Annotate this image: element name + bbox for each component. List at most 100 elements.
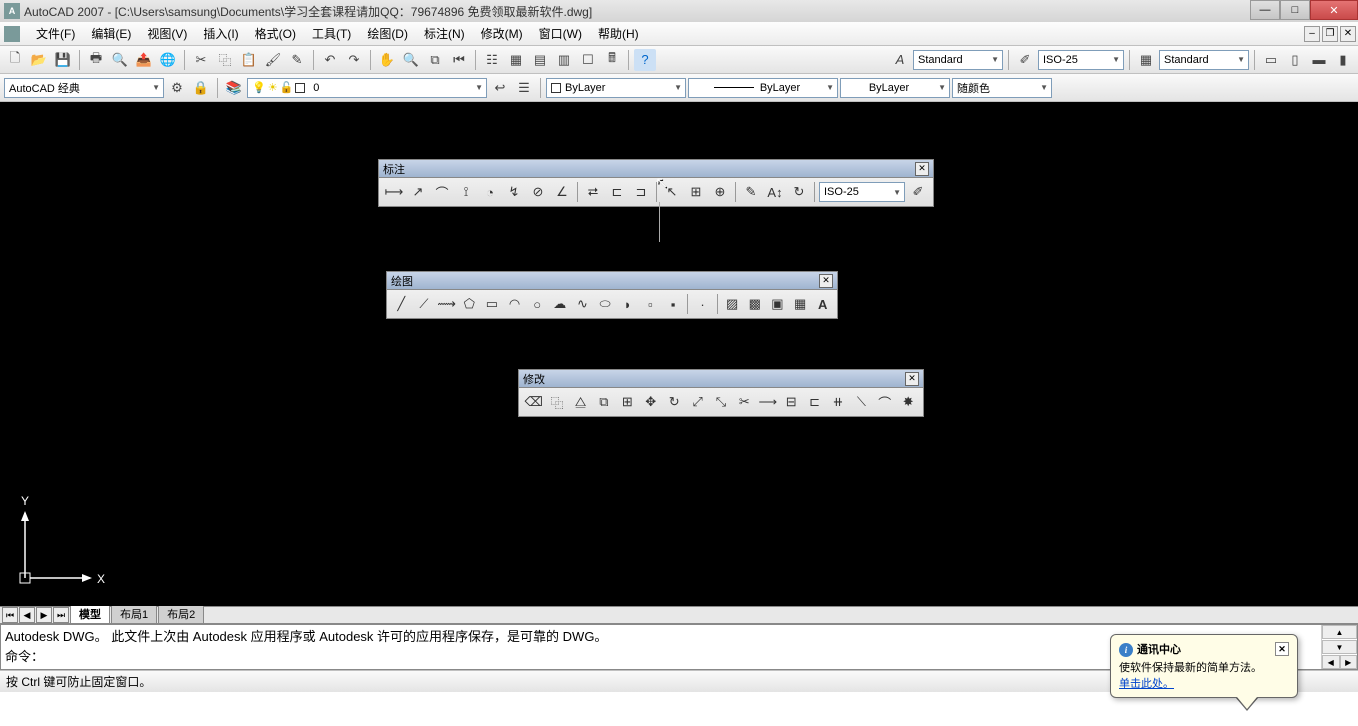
dim-tedit-button[interactable]: A↕	[764, 181, 786, 203]
dim-update-button[interactable]: ↻	[788, 181, 810, 203]
table-style-dropdown[interactable]: Standard	[1159, 50, 1249, 70]
help-button[interactable]: ?	[634, 49, 656, 71]
zoom-realtime-button[interactable]: 🔍	[400, 49, 422, 71]
revcloud-button[interactable]: ☁	[549, 293, 570, 315]
dim-diameter-button[interactable]: ⊘	[527, 181, 549, 203]
mdi-minimize-button[interactable]: –	[1304, 26, 1320, 42]
gradient-button[interactable]: ▩	[744, 293, 765, 315]
dim-center-button[interactable]: ⊕	[709, 181, 731, 203]
properties-button[interactable]: ☷	[481, 49, 503, 71]
tab-layout1[interactable]: 布局1	[111, 604, 157, 623]
maximize-button[interactable]: □	[1280, 0, 1310, 20]
dim-tolerance-button[interactable]: ⊞	[685, 181, 707, 203]
drawing-area[interactable]: 标注 ✕ ⟼ ↗ ⌒ ⟟ ◔ ↯ ⊘ ∠ ⮂ ⊏ ⊐ ↖ ⊞ ⊕ ✎ A↕ ↻ …	[0, 102, 1358, 606]
dim-baseline-button[interactable]: ⊏	[606, 181, 628, 203]
scale-button[interactable]: ⤢	[687, 391, 708, 413]
save-button[interactable]: 💾	[52, 49, 74, 71]
dim-angular-button[interactable]: ∠	[551, 181, 573, 203]
mdi-restore-button[interactable]: ❐	[1322, 26, 1338, 42]
explode-button[interactable]: ✸	[898, 391, 919, 413]
layer-properties-button[interactable]: 📚	[223, 77, 245, 99]
menu-help[interactable]: 帮助(H)	[590, 23, 647, 44]
ellipse-button[interactable]: ⬭	[595, 293, 616, 315]
dim-linear-button[interactable]: ⟼	[383, 181, 405, 203]
scroll-up-button[interactable]: ▲	[1322, 625, 1357, 639]
dim-leader-button[interactable]: ↖	[661, 181, 683, 203]
table-button[interactable]: ▦	[790, 293, 811, 315]
plot-preview-button[interactable]: 🔍	[109, 49, 131, 71]
modify-toolbar-close-button[interactable]: ✕	[905, 372, 919, 386]
line-button[interactable]: ╱	[391, 293, 412, 315]
tab-model[interactable]: 模型	[70, 604, 110, 623]
menu-format[interactable]: 格式(O)	[247, 23, 304, 44]
hatch-button[interactable]: ▨	[722, 293, 743, 315]
balloon-link[interactable]: 单击此处。	[1119, 678, 1174, 690]
tab-last-button[interactable]: ⏭	[53, 607, 69, 623]
dimension-toolbar-close-button[interactable]: ✕	[915, 162, 929, 176]
layer-previous-button[interactable]: ↩	[489, 77, 511, 99]
dim-style-button[interactable]: ✐	[907, 181, 929, 203]
3ddwf-button[interactable]: 🌐	[157, 49, 179, 71]
dim-arc-button[interactable]: ⌒	[431, 181, 453, 203]
rectangle-button[interactable]: ▭	[482, 293, 503, 315]
menu-dimension[interactable]: 标注(N)	[416, 23, 473, 44]
break-button[interactable]: ⊏	[804, 391, 825, 413]
layer-states-button[interactable]: ☰	[513, 77, 535, 99]
new-button[interactable]: 🗋	[4, 49, 26, 71]
dim-continue-button[interactable]: ⊐	[630, 181, 652, 203]
balloon-close-button[interactable]: ✕	[1275, 642, 1289, 656]
menu-edit[interactable]: 编辑(E)	[83, 23, 139, 44]
scroll-down-button[interactable]: ▼	[1322, 640, 1357, 654]
draw-toolbar[interactable]: 绘图 ✕ ╱ ⟋ ⟿ ⬠ ▭ ◠ ○ ☁ ∿ ⬭ ◗ ▫ ▪ · ▨ ▩ ▣ ▦…	[386, 271, 838, 319]
point-button[interactable]: ·	[692, 293, 713, 315]
design-center-button[interactable]: ▦	[505, 49, 527, 71]
xline-button[interactable]: ⟋	[414, 293, 435, 315]
make-block-button[interactable]: ▪	[663, 293, 684, 315]
circle-button[interactable]: ○	[527, 293, 548, 315]
paste-button[interactable]: 📋	[238, 49, 260, 71]
offset-button[interactable]: ⧉	[593, 391, 614, 413]
join-button[interactable]: ⧺	[827, 391, 848, 413]
color-dropdown[interactable]: 随颜色	[952, 78, 1052, 98]
dimension-toolbar[interactable]: 标注 ✕ ⟼ ↗ ⌒ ⟟ ◔ ↯ ⊘ ∠ ⮂ ⊏ ⊐ ↖ ⊞ ⊕ ✎ A↕ ↻ …	[378, 159, 934, 207]
quickcalc-button[interactable]: 🖩	[601, 49, 623, 71]
extend-button[interactable]: ⟶	[757, 391, 778, 413]
menu-insert[interactable]: 插入(I)	[195, 23, 246, 44]
open-button[interactable]: 📂	[28, 49, 50, 71]
linetype-dropdown[interactable]: ByLayer	[546, 78, 686, 98]
block-editor-button[interactable]: ✎	[286, 49, 308, 71]
mtext-button[interactable]: A	[812, 293, 833, 315]
publish-button[interactable]: 📤	[133, 49, 155, 71]
spline-button[interactable]: ∿	[572, 293, 593, 315]
my-workspace-button[interactable]: 🔒	[190, 77, 212, 99]
tab-prev-button[interactable]: ◀	[19, 607, 35, 623]
mdi-close-button[interactable]: ✕	[1340, 26, 1356, 42]
plot-button[interactable]: 🖶	[85, 49, 107, 71]
undo-button[interactable]: ↶	[319, 49, 341, 71]
draw-toolbar-close-button[interactable]: ✕	[819, 274, 833, 288]
dim-edit-button[interactable]: ✎	[740, 181, 762, 203]
dim-quick-button[interactable]: ⮂	[582, 181, 604, 203]
menu-draw[interactable]: 绘图(D)	[359, 23, 416, 44]
region-button[interactable]: ▣	[767, 293, 788, 315]
lineweight-dropdown[interactable]: ByLayer	[688, 78, 838, 98]
rotate-button[interactable]: ↻	[663, 391, 684, 413]
window-cascade-button[interactable]: ▯	[1284, 49, 1306, 71]
modify-toolbar-title[interactable]: 修改 ✕	[519, 370, 923, 388]
match-properties-button[interactable]: 🖌	[262, 49, 284, 71]
erase-button[interactable]: ⌫	[523, 391, 544, 413]
menu-tools[interactable]: 工具(T)	[304, 23, 359, 44]
menu-view[interactable]: 视图(V)	[139, 23, 195, 44]
scroll-right-button[interactable]: ▶	[1340, 655, 1358, 669]
stretch-button[interactable]: ⤡	[710, 391, 731, 413]
text-style-dropdown[interactable]: Standard	[913, 50, 1003, 70]
menu-file[interactable]: 文件(F)	[28, 23, 83, 44]
text-style-icon[interactable]: A	[889, 49, 911, 71]
dim-jogged-button[interactable]: ↯	[503, 181, 525, 203]
break-point-button[interactable]: ⊟	[780, 391, 801, 413]
window-vert-button[interactable]: ▮	[1332, 49, 1354, 71]
minimize-button[interactable]: —	[1250, 0, 1280, 20]
zoom-window-button[interactable]: ⧉	[424, 49, 446, 71]
tab-first-button[interactable]: ⏮	[2, 607, 18, 623]
menu-modify[interactable]: 修改(M)	[473, 23, 531, 44]
